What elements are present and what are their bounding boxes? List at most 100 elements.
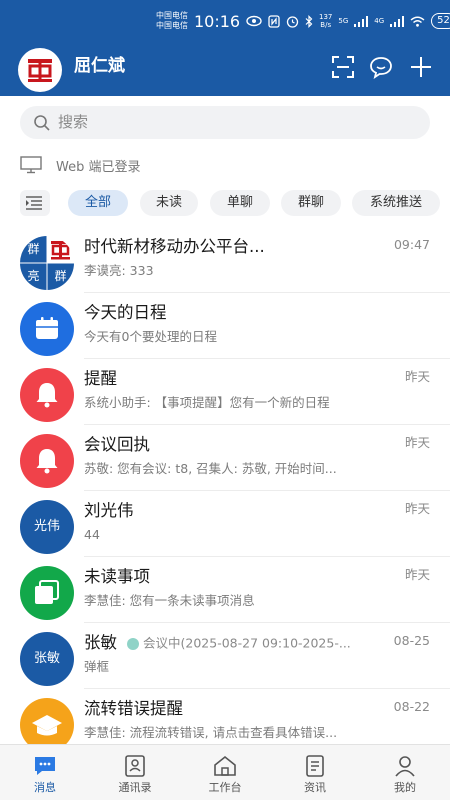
signal-icon: [354, 15, 369, 27]
carrier-1: 中国电信: [156, 11, 188, 20]
conversation-title: 未读事项: [84, 567, 150, 586]
conversation-time: 08-22: [393, 699, 430, 714]
chat-icon: [35, 757, 55, 775]
filter-chip-system-push[interactable]: 系统推送: [352, 190, 440, 216]
conversation-title: 张敏: [84, 633, 117, 652]
nav-tab-news[interactable]: 资讯: [270, 745, 360, 800]
filter-list-icon: [26, 196, 42, 210]
web-login-text: Web 端已登录: [56, 159, 141, 175]
wifi-icon: [410, 16, 425, 27]
filter-chip-single[interactable]: 单聊: [210, 190, 270, 216]
search-icon: [34, 115, 50, 131]
conversation-preview: 李慧佳: 流程流转错误, 请点击查看具体错误...: [84, 725, 338, 740]
conversation-preview: 弹框: [84, 659, 110, 674]
scan-icon[interactable]: [330, 54, 356, 80]
user-avatar: 光伟: [20, 500, 74, 554]
conversation-title: 刘光伟: [84, 501, 134, 520]
conversation-item[interactable]: 群 亮 群 时代新材移动办公平台... 李谟亮: 333 09:47: [0, 226, 450, 293]
conversation-preview: 44: [84, 527, 100, 542]
conversation-title-row: 张敏 会议中(2025-08-27 09:10-2025-...: [84, 632, 351, 655]
group-avatar-char: 群: [54, 269, 67, 283]
network-type-2: 4G: [374, 17, 385, 25]
conversation-title: 会议回执: [84, 435, 150, 454]
meeting-status-icon: [127, 637, 139, 650]
search-bar[interactable]: 搜索: [20, 106, 430, 139]
bell-icon: [36, 383, 58, 408]
conversation-time: 昨天: [404, 501, 430, 516]
conversation-preview: 李慧佳: 您有一条未读事项消息: [84, 593, 255, 608]
nav-label: 资讯: [304, 781, 326, 794]
signal-icon-2: [390, 15, 405, 27]
filter-chip-unread[interactable]: 未读: [140, 190, 198, 216]
unread-items-avatar: [20, 566, 74, 620]
nav-tab-messages[interactable]: 消息: [0, 745, 90, 800]
user-name[interactable]: 屈仁斌: [74, 54, 125, 78]
conversation-time: 09:47: [393, 237, 430, 252]
group-avatar-char: 群: [27, 242, 40, 256]
company-logo[interactable]: [18, 48, 62, 92]
nav-label: 工作台: [208, 781, 242, 794]
home-icon: [214, 755, 236, 776]
web-login-notice[interactable]: Web 端已登录: [20, 154, 140, 176]
calendar-avatar: [20, 302, 74, 356]
status-bar: 中国电信 中国电信 10:16 137 B/s 5G 4G 52: [0, 0, 450, 40]
meeting-receipt-avatar: [20, 434, 74, 488]
conversation-preview: 苏敬: 您有会议: t8, 召集人: 苏敬, 开始时间...: [84, 461, 337, 476]
reminder-avatar: [20, 368, 74, 422]
copy-icon: [35, 580, 59, 604]
status-icons: 137 B/s 5G 4G 52: [246, 13, 450, 29]
add-icon[interactable]: [408, 54, 434, 80]
conversation-time: 昨天: [404, 369, 430, 384]
conversation-item[interactable]: 光伟 刘光伟 44 昨天: [0, 490, 450, 557]
person-icon: [395, 756, 415, 777]
conversation-item[interactable]: 张敏 张敏 会议中(2025-08-27 09:10-2025-... 弹框 08…: [0, 622, 450, 689]
nav-tab-contacts[interactable]: 通讯录: [90, 745, 180, 800]
nav-tab-me[interactable]: 我的: [360, 745, 450, 800]
nfc-icon: [268, 14, 280, 28]
calendar-icon: [36, 317, 58, 339]
status-time: 10:16: [194, 12, 241, 31]
filter-chip-group[interactable]: 群聊: [281, 190, 341, 216]
conversation-preview: 今天有0个要处理的日程: [84, 329, 217, 344]
conversation-item[interactable]: 会议回执 苏敬: 您有会议: t8, 召集人: 苏敬, 开始时间... 昨天: [0, 424, 450, 491]
conversation-title: 流转错误提醒: [84, 699, 183, 718]
conversation-item[interactable]: 今天的日程 今天有0个要处理的日程: [0, 292, 450, 359]
carrier-2: 中国电信: [156, 21, 188, 30]
avatar-initials: 光伟: [33, 519, 60, 534]
conversation-title: 时代新材移动办公平台...: [84, 237, 265, 256]
conversation-title: 今天的日程: [84, 303, 167, 322]
conversation-time: 08-25: [393, 633, 430, 648]
network-speed: 137 B/s: [319, 13, 333, 29]
nav-label: 通讯录: [118, 781, 152, 794]
group-avatar: 群 亮 群: [20, 236, 74, 290]
bottom-navigation: 消息 通讯录 工作台 资讯 我的: [0, 744, 450, 800]
conversation-time: 昨天: [404, 567, 430, 582]
contacts-icon: [125, 755, 145, 777]
conversation-item[interactable]: 提醒 系统小助手: 【事项提醒】您有一个新的日程 昨天: [0, 358, 450, 425]
conversation-item[interactable]: 未读事项 李慧佳: 您有一条未读事项消息 昨天: [0, 556, 450, 623]
nav-label: 消息: [34, 781, 56, 794]
filter-chip-all[interactable]: 全部: [68, 190, 128, 216]
group-avatar-char: 亮: [27, 269, 40, 283]
carrier-info: 中国电信 中国电信: [156, 11, 188, 31]
conversation-title: 提醒: [84, 369, 117, 388]
nav-label: 我的: [394, 781, 416, 794]
meeting-status-text: 会议中(2025-08-27 09:10-2025-...: [143, 635, 351, 651]
search-placeholder: 搜索: [58, 113, 89, 131]
user-avatar: 张敏: [20, 632, 74, 686]
eye-icon: [246, 15, 262, 27]
filter-button[interactable]: [20, 190, 50, 216]
nav-tab-workbench[interactable]: 工作台: [180, 745, 270, 800]
chat-bubble-icon[interactable]: [368, 54, 394, 80]
app-header: 中国电信 中国电信 10:16 137 B/s 5G 4G 52 屈仁斌: [0, 0, 450, 96]
logo-mark-icon: [28, 59, 52, 82]
app-bar: 屈仁斌: [0, 44, 450, 92]
monitor-icon: [20, 156, 42, 174]
conversation-time: 昨天: [404, 435, 430, 450]
battery-indicator: 52: [431, 13, 450, 29]
conversation-preview: 李谟亮: 333: [84, 263, 154, 278]
conversation-preview: 系统小助手: 【事项提醒】您有一个新的日程: [84, 395, 330, 410]
alarm-icon: [286, 15, 299, 28]
bluetooth-icon: [305, 14, 313, 28]
avatar-initials: 张敏: [33, 651, 60, 666]
